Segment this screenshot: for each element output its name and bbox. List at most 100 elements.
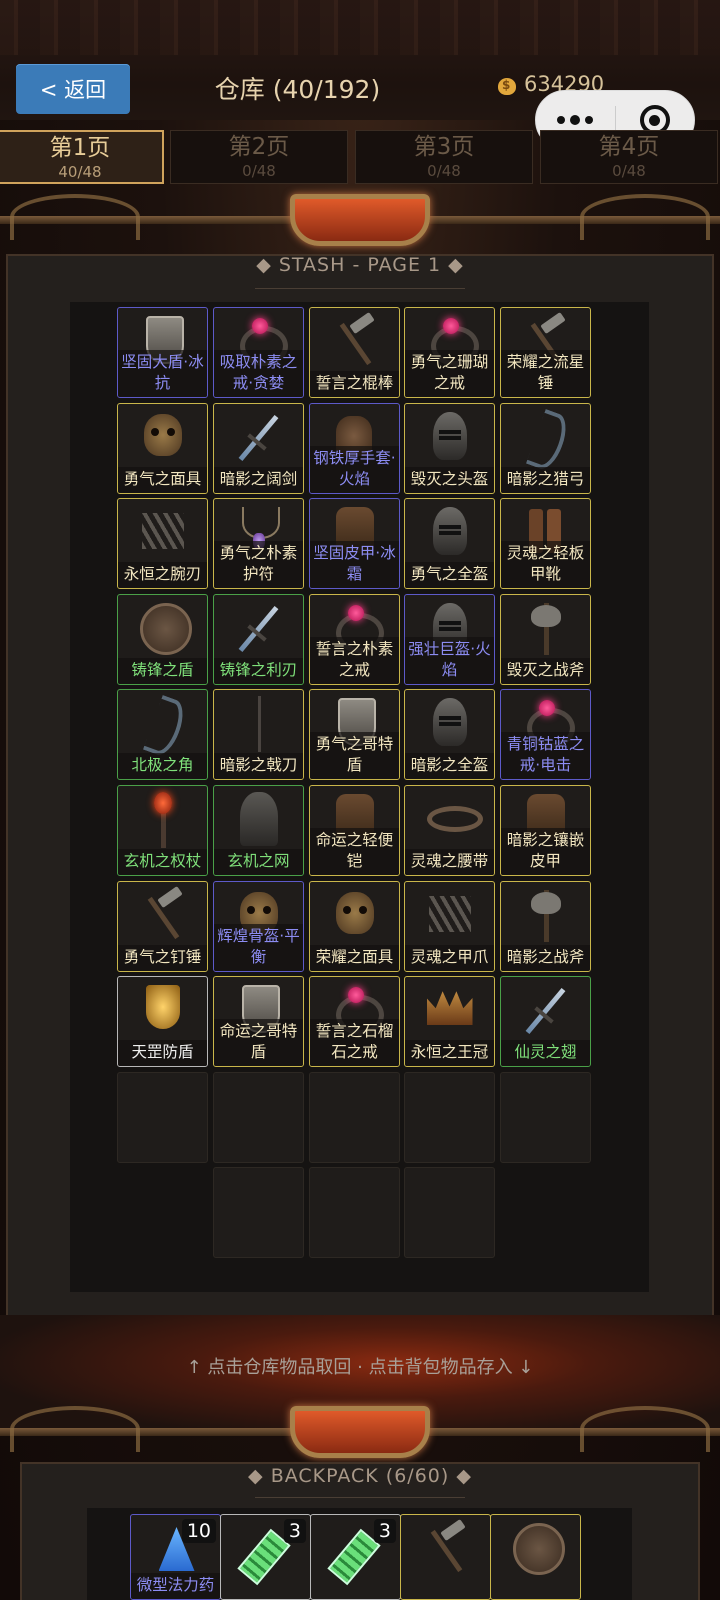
stack-count-badge: 10	[181, 1519, 216, 1543]
stash-item-slot[interactable]: 暗影之全盔	[404, 689, 495, 781]
claw-icon	[423, 888, 477, 942]
item-name: 勇气之面具	[118, 466, 207, 493]
stash-item-slot[interactable]: 勇气之钉锤	[117, 880, 208, 972]
stash-item-slot[interactable]: 勇气之全盔	[404, 498, 495, 590]
stack-count-badge: 3	[373, 1519, 396, 1543]
item-name: 暗影之猎弓	[501, 466, 590, 493]
stash-item-slot[interactable]: 暗影之镶嵌皮甲	[500, 785, 591, 876]
stash-item-slot[interactable]: 勇气之哥特盾	[309, 689, 400, 781]
empty-slot[interactable]	[213, 1071, 304, 1163]
skull-icon	[136, 410, 190, 464]
tab-page-2[interactable]: 第2页 0/48	[170, 130, 348, 184]
stash-item-slot[interactable]: 钢铁厚手套·火焰	[309, 402, 400, 494]
stash-item-slot[interactable]: 命运之哥特盾	[213, 976, 304, 1068]
sword-icon	[519, 983, 573, 1037]
stash-item-slot[interactable]: 命运之轻便铠	[309, 785, 400, 876]
item-name: 命运之哥特盾	[214, 1019, 303, 1067]
backpack-item-slot[interactable]	[490, 1514, 581, 1600]
item-name: 坚固大盾·冰抗	[118, 350, 207, 397]
stash-item-slot[interactable]: 荣耀之流星锤	[500, 307, 591, 398]
axe-icon	[519, 601, 573, 655]
stash-item-slot[interactable]: 天罡防盾	[117, 976, 208, 1068]
item-name: 勇气之钉锤	[118, 944, 207, 971]
back-button[interactable]: < 返回	[16, 64, 130, 114]
stash-item-slot[interactable]: 毁灭之战斧	[500, 593, 591, 685]
divider	[255, 1497, 465, 1498]
tab-page-3[interactable]: 第3页 0/48	[355, 130, 533, 184]
item-name: 暗影之镶嵌皮甲	[501, 828, 590, 875]
top-bar: < 返回 仓库 (40/192) 634290	[0, 0, 720, 150]
stash-ornate-frame	[0, 188, 720, 250]
stash-item-slot[interactable]: 灵魂之轻板甲靴	[500, 498, 591, 590]
sword-icon	[232, 410, 286, 464]
backpack-ornate-frame	[0, 1400, 720, 1462]
page-title: 仓库 (40/192)	[214, 75, 381, 104]
item-name: 誓言之棍棒	[310, 371, 399, 397]
tab-page-4[interactable]: 第4页 0/48	[540, 130, 718, 184]
empty-slot[interactable]	[309, 1071, 400, 1163]
stash-item-slot[interactable]: 永恒之王冠	[404, 976, 495, 1068]
stash-item-slot[interactable]: 暗影之阔剑	[213, 402, 304, 494]
item-name: 勇气之珊瑚之戒	[405, 350, 494, 397]
stash-item-slot[interactable]: 铸锋之利刃	[213, 593, 304, 685]
helm-icon	[423, 410, 477, 464]
stash-item-slot[interactable]: 玄机之网	[213, 785, 304, 876]
stash-item-slot[interactable]: 誓言之棍棒	[309, 307, 400, 398]
item-name: 灵魂之腰带	[405, 849, 494, 875]
stash-item-slot[interactable]: 永恒之腕刃	[117, 498, 208, 590]
skull-icon	[328, 888, 382, 942]
hammer-icon	[328, 314, 382, 368]
tab-page-1[interactable]: 第1页 40/48	[0, 130, 164, 184]
item-name: 勇气之全盔	[405, 562, 494, 589]
stash-item-slot[interactable]: 青铜钴蓝之戒·电击	[500, 689, 591, 781]
bow-icon	[136, 696, 190, 750]
stash-item-slot[interactable]: 誓言之石榴石之戒	[309, 976, 400, 1068]
stash-item-slot[interactable]: 暗影之战斧	[500, 880, 591, 972]
backpack-title: ◆ BACKPACK (6/60) ◆	[248, 1465, 472, 1487]
item-name: 玄机之网	[214, 849, 303, 875]
empty-slot[interactable]	[404, 1071, 495, 1163]
empty-slot[interactable]	[117, 1071, 208, 1163]
empty-slot[interactable]	[309, 1167, 400, 1259]
stash-item-slot[interactable]: 勇气之面具	[117, 402, 208, 494]
backpack-item-slot[interactable]: 10 微型法力药	[130, 1514, 221, 1600]
stash-item-slot[interactable]: 灵魂之甲爪	[404, 880, 495, 972]
stash-title: ◆ STASH - PAGE 1 ◆	[256, 254, 464, 276]
empty-slot[interactable]	[500, 1071, 591, 1163]
backpack-item-slot[interactable]	[400, 1514, 491, 1600]
empty-slot[interactable]	[213, 1167, 304, 1259]
back-label: < 返回	[39, 78, 107, 102]
stash-item-slot[interactable]: 誓言之朴素之戒	[309, 593, 400, 685]
stash-item-slot[interactable]: 勇气之朴素护符	[213, 498, 304, 590]
stash-item-slot[interactable]: 荣耀之面具	[309, 880, 400, 972]
crown-icon	[423, 983, 477, 1037]
stash-item-slot[interactable]: 灵魂之腰带	[404, 785, 495, 876]
stash-item-slot[interactable]: 勇气之珊瑚之戒	[404, 307, 495, 398]
stash-item-slot[interactable]: 仙灵之翅	[500, 976, 591, 1068]
backpack-item-slot[interactable]: 3	[310, 1514, 401, 1600]
item-name: 灵魂之轻板甲靴	[501, 541, 590, 589]
empty-slot[interactable]	[404, 1167, 495, 1259]
stash-item-slot[interactable]: 北极之角	[117, 689, 208, 781]
item-name: 天罡防盾	[118, 1040, 207, 1067]
stash-item-slot[interactable]: 玄机之权杖	[117, 785, 208, 876]
stash-item-slot[interactable]: 铸锋之盾	[117, 593, 208, 685]
claw-icon	[136, 505, 190, 559]
stack-count-badge: 3	[283, 1519, 306, 1543]
item-name: 暗影之战斧	[501, 944, 590, 971]
backpack-item-slot[interactable]: 3	[220, 1514, 311, 1600]
item-name: 仙灵之翅	[501, 1040, 590, 1067]
stash-item-slot[interactable]: 暗影之戟刀	[213, 689, 304, 781]
item-name: 毁灭之头盔	[405, 466, 494, 493]
helm-icon	[423, 505, 477, 559]
money-bag-icon	[496, 72, 518, 96]
gold-shield-icon	[136, 983, 190, 1037]
stash-item-slot[interactable]: 毁灭之头盔	[404, 402, 495, 494]
stash-item-slot[interactable]: 吸取朴素之戒·贪婪	[213, 307, 304, 398]
stash-item-slot[interactable]: 辉煌骨盔·平衡	[213, 880, 304, 972]
stash-item-slot[interactable]: 强壮巨盔·火焰	[404, 593, 495, 685]
stash-item-slot[interactable]: 坚固皮甲·冰霜	[309, 498, 400, 590]
stash-item-slot[interactable]: 暗影之猎弓	[500, 402, 591, 494]
helm-icon	[423, 696, 477, 750]
stash-item-slot[interactable]: 坚固大盾·冰抗	[117, 307, 208, 398]
